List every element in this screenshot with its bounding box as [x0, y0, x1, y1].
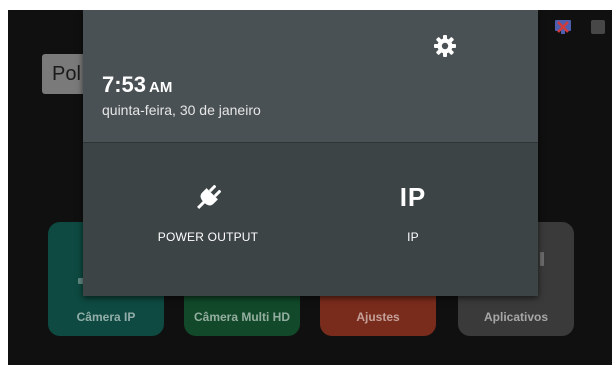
clock: 7:53 AM	[102, 72, 172, 98]
date-label: quinta-feira, 30 de janeiro	[102, 102, 261, 118]
battery-icon	[591, 20, 605, 34]
plug-icon[interactable]	[193, 183, 223, 213]
tile-label: Câmera IP	[76, 310, 136, 324]
power-output-label[interactable]: POWER OUTPUT	[143, 230, 273, 244]
gear-icon[interactable]	[433, 34, 457, 58]
tile-icon	[540, 252, 544, 266]
ip-icon[interactable]: IP	[378, 182, 448, 213]
device-screen: Pol Câmera IP Câmera Multi HD Ajustes Ap…	[8, 10, 612, 365]
clock-ampm: AM	[149, 79, 173, 96]
tile-label: Ajustes	[356, 310, 400, 324]
clock-time: 7:53	[102, 72, 147, 97]
tile-label: Aplicativos	[483, 310, 549, 324]
quick-settings-header: 7:53 AM quinta-feira, 30 de janeiro	[83, 10, 538, 142]
divider	[83, 142, 538, 143]
network-disconnected-icon	[555, 20, 571, 34]
ip-label[interactable]: IP	[378, 230, 448, 244]
quick-settings-panel: 7:53 AM quinta-feira, 30 de janeiro POWER…	[83, 10, 538, 296]
tile-label: Câmera Multi HD	[193, 310, 291, 324]
